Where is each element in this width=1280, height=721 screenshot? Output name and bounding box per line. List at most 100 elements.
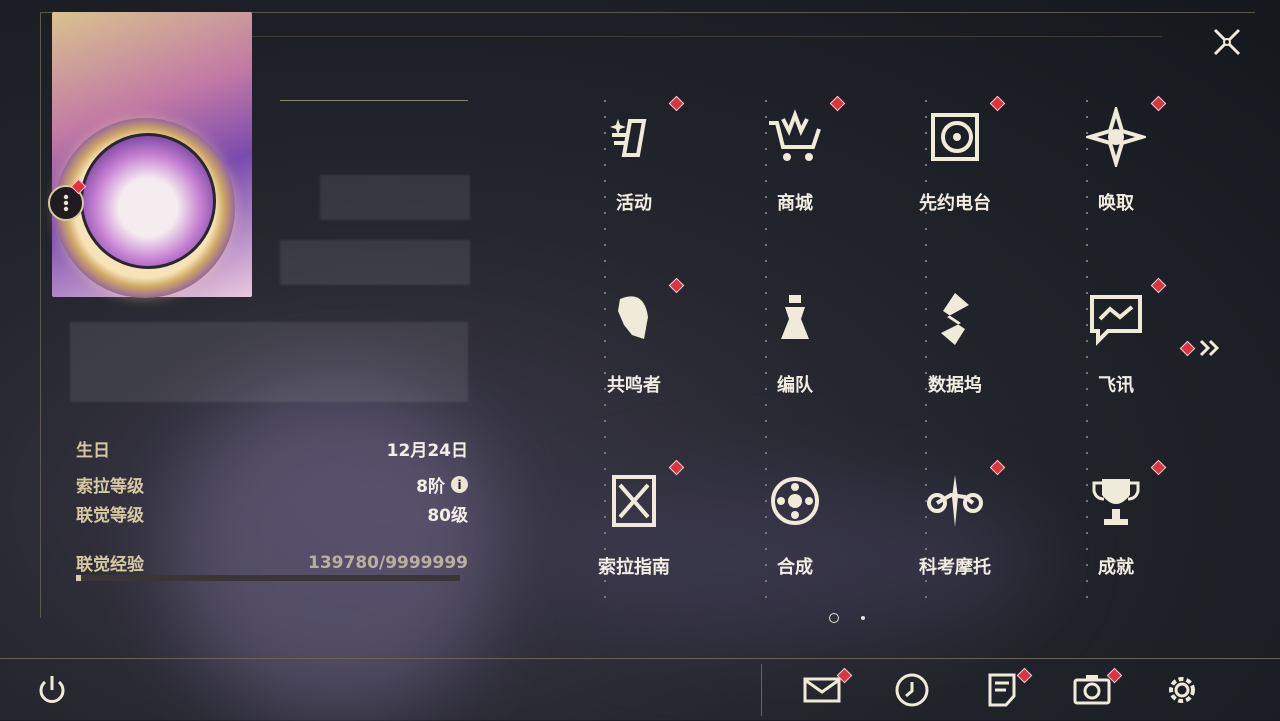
separator-dot xyxy=(765,372,767,374)
separator-dot xyxy=(765,228,767,230)
menu-item-label: 合成 xyxy=(777,557,813,578)
separator-dot xyxy=(765,100,767,102)
guide-book-icon xyxy=(612,475,656,527)
separator-dot xyxy=(1086,436,1088,438)
separator-dot xyxy=(765,276,767,278)
separator-dot xyxy=(1086,404,1088,406)
mail-button[interactable] xyxy=(802,667,853,710)
stat-union-level: 联觉等级 80级 xyxy=(76,501,468,526)
summon-compass-icon xyxy=(1086,107,1146,167)
notification-badge xyxy=(668,459,685,476)
separator-dot xyxy=(604,500,606,502)
menu-item-label: 数据坞 xyxy=(928,375,982,396)
notes-button[interactable] xyxy=(982,667,1033,710)
separator-dot xyxy=(1086,180,1088,182)
separator-dot xyxy=(604,564,606,566)
menu-item[interactable]: 数据坞 xyxy=(885,277,1025,427)
notification-badge xyxy=(829,95,846,112)
notification-badge xyxy=(989,95,1006,112)
separator-dot xyxy=(604,132,606,134)
separator-dot xyxy=(765,596,767,598)
separator-dot xyxy=(925,468,927,470)
menu-item[interactable]: 成就 xyxy=(1046,459,1186,609)
separator-dot xyxy=(925,548,927,550)
next-page-button[interactable] xyxy=(1179,339,1221,357)
stat-label: 生日 xyxy=(76,441,110,461)
avatar[interactable] xyxy=(80,133,216,269)
separator-dot xyxy=(765,516,767,518)
separator-dot xyxy=(1086,196,1088,198)
motorbike-icon xyxy=(927,475,983,527)
close-button[interactable] xyxy=(1205,20,1249,64)
menu-item[interactable]: 索拉指南 xyxy=(564,459,704,609)
power-button[interactable] xyxy=(32,670,72,710)
menu-item[interactable]: 商城 xyxy=(725,95,865,245)
separator-dot xyxy=(765,484,767,486)
separator-dot xyxy=(1086,340,1088,342)
separator-dot xyxy=(765,116,767,118)
menu-item[interactable]: 编队 xyxy=(725,277,865,427)
separator-dot xyxy=(1086,420,1088,422)
separator-dot xyxy=(925,308,927,310)
separator-dot xyxy=(1086,148,1088,150)
menu-item[interactable]: 合成 xyxy=(725,459,865,609)
menu-item-label: 成就 xyxy=(1098,557,1134,578)
stat-value: 80级 xyxy=(427,506,468,526)
separator-dot xyxy=(1086,356,1088,358)
separator-dot xyxy=(604,180,606,182)
page-dot-active[interactable] xyxy=(829,613,839,623)
separator-dot xyxy=(925,388,927,390)
separator-dot xyxy=(1086,244,1088,246)
separator-dot xyxy=(925,164,927,166)
separator-dot xyxy=(1086,596,1088,598)
separator-dot xyxy=(604,164,606,166)
separator-dot xyxy=(925,324,927,326)
settings-button[interactable] xyxy=(1162,670,1202,710)
frame-inner-line xyxy=(252,36,1162,37)
mail-icon xyxy=(803,677,841,703)
stat-value: 8阶 xyxy=(416,477,445,497)
menu-item[interactable]: 共鸣者 xyxy=(564,277,704,427)
separator-dot xyxy=(604,228,606,230)
separator-dot xyxy=(1086,308,1088,310)
separator-dot xyxy=(604,532,606,534)
separator-dot xyxy=(765,292,767,294)
separator-dot xyxy=(604,148,606,150)
separator-dot xyxy=(925,196,927,198)
menu-item-label: 商城 xyxy=(777,193,813,214)
page-dot[interactable] xyxy=(861,616,865,620)
menu-item-label: 飞讯 xyxy=(1098,375,1134,396)
separator-dot xyxy=(1086,292,1088,294)
separator-dot xyxy=(1086,212,1088,214)
separator-dot xyxy=(925,580,927,582)
menu-item[interactable]: 科考摩托 xyxy=(885,459,1025,609)
separator-dot xyxy=(1086,468,1088,470)
menu-item-label: 活动 xyxy=(616,193,652,214)
separator-dot xyxy=(604,452,606,454)
menu-item[interactable]: 唤取 xyxy=(1046,95,1186,245)
notes-icon xyxy=(988,673,1016,707)
signature-blurred[interactable] xyxy=(70,322,468,402)
menu-item[interactable]: 先约电台 xyxy=(885,95,1025,245)
separator-dot xyxy=(925,228,927,230)
separator-dot xyxy=(765,180,767,182)
separator-dot xyxy=(925,292,927,294)
separator-dot xyxy=(604,388,606,390)
menu-item-label: 索拉指南 xyxy=(598,557,670,578)
separator-dot xyxy=(925,356,927,358)
separator-dot xyxy=(925,260,927,262)
menu-item[interactable]: 活动 xyxy=(564,95,704,245)
separator-dot xyxy=(1086,516,1088,518)
separator-dot xyxy=(925,116,927,118)
info-icon[interactable]: i xyxy=(451,476,468,493)
clock-button[interactable] xyxy=(892,670,932,710)
stat-value: 139780/9999999 xyxy=(308,552,468,573)
separator-dot xyxy=(925,420,927,422)
separator-dot xyxy=(925,596,927,598)
separator-dot xyxy=(765,564,767,566)
separator-dot xyxy=(765,132,767,134)
notification-badge xyxy=(668,95,685,112)
separator-dot xyxy=(1086,500,1088,502)
menu-item[interactable]: 飞讯 xyxy=(1046,277,1186,427)
camera-button[interactable] xyxy=(1072,667,1123,710)
